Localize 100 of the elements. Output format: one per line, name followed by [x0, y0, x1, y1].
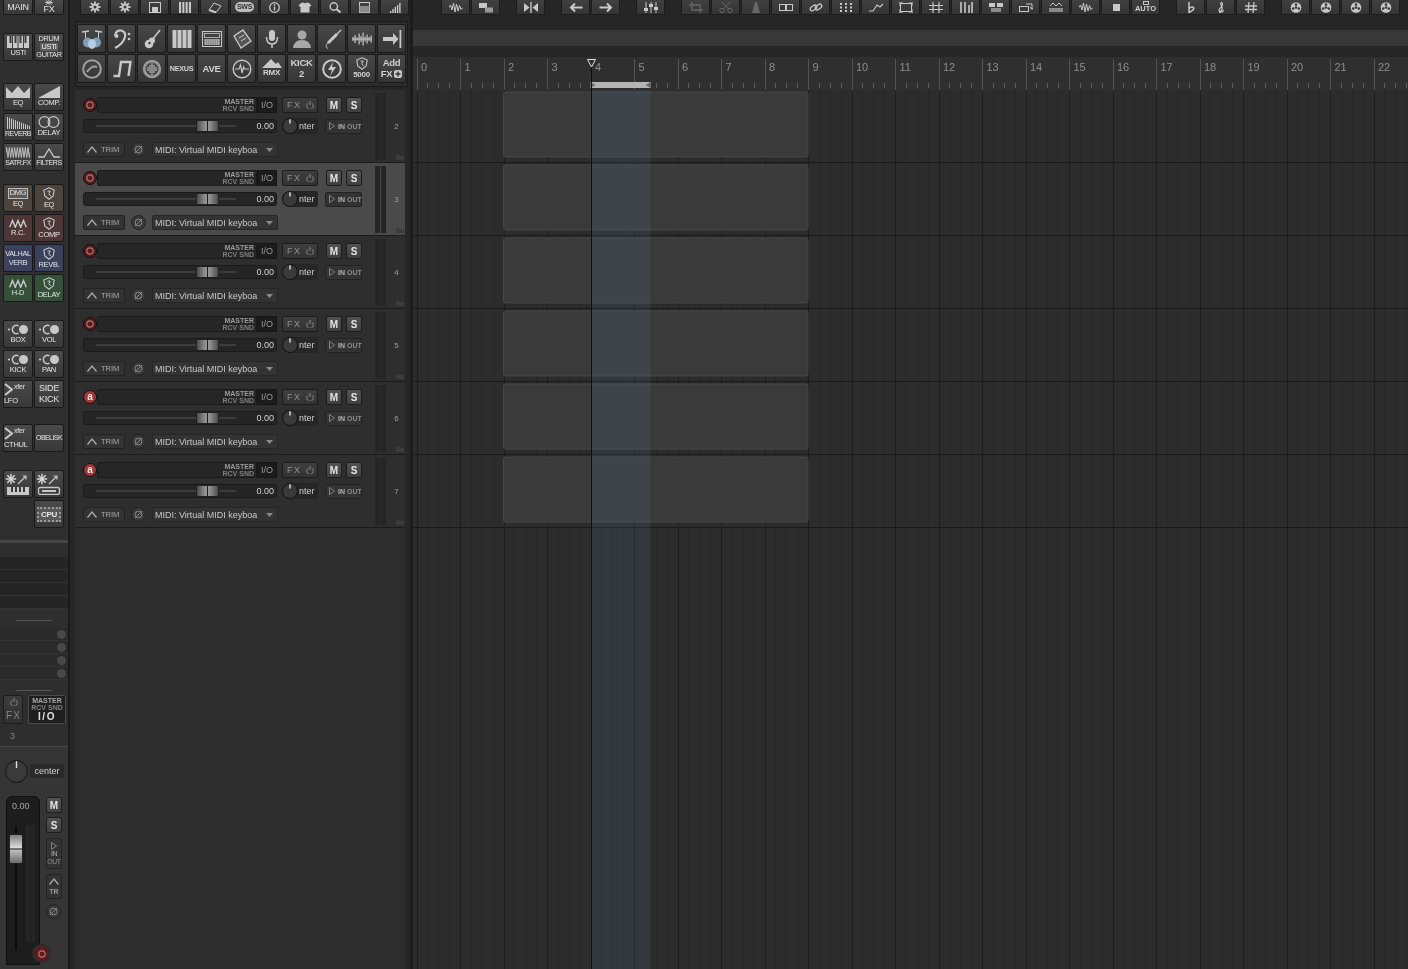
fx-button[interactable]: FX [282, 170, 318, 186]
toolbar-button[interactable] [1341, 0, 1370, 15]
input-dropdown[interactable]: MIDI: Virtual MIDI keyboa [152, 142, 278, 157]
toolbar-button[interactable] [317, 24, 346, 53]
input-dropdown[interactable]: MIDI: Virtual MIDI keyboa [152, 215, 278, 230]
volume-slider[interactable]: 0.00 [83, 484, 277, 498]
toolbar-button[interactable] [290, 0, 319, 15]
phase-button[interactable] [131, 361, 146, 376]
toolbar-button[interactable] [1206, 0, 1235, 15]
sidebar-button[interactable] [3, 470, 33, 498]
volume-slider[interactable]: 0.00 [83, 192, 277, 206]
slider-thumb[interactable] [195, 485, 219, 497]
pan-control[interactable]: nter [282, 264, 318, 280]
solo-button[interactable]: S [346, 316, 362, 332]
volume-slider[interactable]: 0.00 [83, 119, 277, 133]
toolbar-button[interactable] [516, 0, 545, 15]
toolbar-button[interactable] [471, 0, 500, 15]
solo-button[interactable]: S [346, 462, 362, 478]
volume-slider[interactable]: 0.00 [83, 411, 277, 425]
toolbar-button[interactable] [167, 24, 196, 53]
io-button[interactable]: I/O [257, 389, 277, 405]
toolbar-button[interactable] [861, 0, 890, 15]
toolbar-button[interactable] [107, 24, 136, 53]
toolbar-button[interactable] [170, 0, 199, 15]
record-arm-button[interactable]: a [83, 463, 97, 477]
toolbar-button[interactable] [350, 0, 379, 15]
phase-button[interactable] [131, 142, 146, 157]
toolbar-button[interactable] [636, 0, 665, 15]
mute-button[interactable]: M [326, 170, 342, 186]
io-button[interactable]: I/O [257, 243, 277, 259]
fx-button[interactable]: FX [282, 243, 318, 259]
slider-thumb[interactable] [195, 193, 219, 205]
sidebar-button[interactable]: FX [34, 0, 64, 15]
toolbar-button[interactable] [561, 0, 590, 15]
toolbar-button[interactable] [320, 0, 349, 15]
toolbar-button[interactable] [227, 24, 256, 53]
mute-button[interactable]: M [326, 97, 342, 113]
toolbar-button[interactable]: KICK 2 [287, 54, 316, 83]
marker-lane[interactable] [413, 30, 1408, 46]
slider-thumb[interactable] [195, 412, 219, 424]
toolbar-button[interactable] [257, 24, 286, 53]
fader-thumb[interactable] [9, 834, 23, 865]
phase-button[interactable] [131, 434, 146, 449]
solo-button[interactable]: S [346, 389, 362, 405]
toolbar-button[interactable] [110, 0, 139, 15]
toolbar-button[interactable] [227, 54, 256, 83]
toolbar-button[interactable] [1101, 0, 1130, 15]
toolbar-button[interactable] [1071, 0, 1100, 15]
toolbar-button[interactable]: AVE [197, 54, 226, 83]
pan-control[interactable]: nter [282, 337, 318, 353]
toolbar-button[interactable] [1011, 0, 1040, 15]
mute-button[interactable]: M [326, 389, 342, 405]
slider-thumb[interactable] [195, 266, 219, 278]
io-button[interactable]: I/O [257, 170, 277, 186]
solo-button[interactable]: S [346, 170, 362, 186]
toolbar-button[interactable] [260, 0, 289, 15]
toolbar-button[interactable] [441, 0, 470, 15]
volume-slider[interactable]: 0.00 [83, 265, 277, 279]
record-arm-button[interactable] [83, 171, 97, 185]
toolbar-button[interactable] [1176, 0, 1205, 15]
phase-button[interactable] [131, 507, 146, 522]
io-button[interactable]: I/O [257, 316, 277, 332]
toolbar-button[interactable] [107, 54, 136, 83]
mute-button[interactable]: M [326, 462, 342, 478]
fx-button[interactable]: FX [282, 389, 318, 405]
sidebar-button[interactable]: MAIN [3, 0, 33, 15]
pan-control[interactable]: nter [282, 483, 318, 499]
toolbar-button[interactable] [1371, 0, 1400, 15]
volume-slider[interactable]: 0.00 [83, 338, 277, 352]
toolbar-button[interactable] [1236, 0, 1265, 15]
record-arm-button[interactable] [83, 244, 97, 258]
toolbar-button[interactable] [77, 24, 106, 53]
toolbar-button[interactable] [591, 0, 620, 15]
toolbar-button[interactable] [287, 24, 316, 53]
toolbar-button[interactable] [140, 0, 169, 15]
pan-control[interactable]: nter [282, 191, 318, 207]
fx-button[interactable]: FX [282, 316, 318, 332]
solo-button[interactable]: S [46, 817, 62, 833]
record-arm-button[interactable] [83, 317, 97, 331]
toolbar-button[interactable] [1311, 0, 1340, 15]
toolbar-button[interactable] [197, 24, 226, 53]
toolbar-button[interactable] [801, 0, 830, 15]
toolbar-button[interactable] [377, 24, 406, 53]
solo-button[interactable]: S [346, 97, 362, 113]
record-arm-button[interactable]: a [83, 390, 97, 404]
pan-control[interactable]: nter [282, 118, 318, 134]
toolbar-button[interactable] [380, 0, 409, 15]
toolbar-button[interactable]: Add FX [377, 54, 406, 83]
toolbar-button[interactable] [951, 0, 980, 15]
toolbar-button[interactable] [1281, 0, 1310, 15]
slider-thumb[interactable] [195, 339, 219, 351]
sidebar-button[interactable] [34, 470, 64, 498]
sidebar-button[interactable]: SIDE KICK [34, 380, 64, 408]
solo-button[interactable]: S [346, 243, 362, 259]
toolbar-button[interactable] [80, 0, 109, 15]
toolbar-button[interactable] [137, 24, 166, 53]
pan-control[interactable]: nter [282, 410, 318, 426]
mute-button[interactable]: M [326, 316, 342, 332]
fx-button[interactable]: FX [282, 462, 318, 478]
input-dropdown[interactable]: MIDI: Virtual MIDI keyboa [152, 507, 278, 522]
